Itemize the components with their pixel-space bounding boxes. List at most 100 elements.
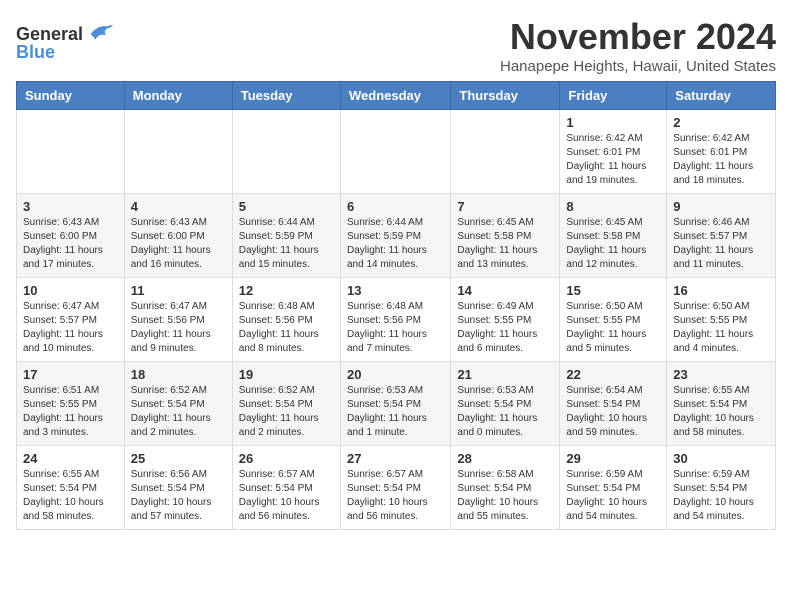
day-info: Sunrise: 6:42 AMSunset: 6:01 PMDaylight:… bbox=[673, 132, 769, 188]
weekday-header-sunday: Sunday bbox=[17, 82, 125, 110]
day-number: 27 bbox=[347, 451, 444, 466]
calendar-cell bbox=[17, 110, 125, 194]
calendar-cell bbox=[124, 110, 232, 194]
day-number: 12 bbox=[239, 283, 334, 298]
calendar-cell: 30 Sunrise: 6:59 AMSunset: 5:54 PMDayligh… bbox=[667, 446, 776, 530]
main-title: November 2024 bbox=[500, 16, 776, 58]
day-number: 9 bbox=[673, 199, 769, 214]
day-info: Sunrise: 6:42 AMSunset: 6:01 PMDaylight:… bbox=[566, 132, 660, 188]
day-number: 24 bbox=[23, 451, 118, 466]
calendar-cell: 11 Sunrise: 6:47 AMSunset: 5:56 PMDayligh… bbox=[124, 278, 232, 362]
day-number: 1 bbox=[566, 115, 660, 130]
day-number: 25 bbox=[131, 451, 226, 466]
week-row-4: 17 Sunrise: 6:51 AMSunset: 5:55 PMDayligh… bbox=[17, 362, 776, 446]
week-row-2: 3 Sunrise: 6:43 AMSunset: 6:00 PMDaylight… bbox=[17, 194, 776, 278]
calendar-cell: 1 Sunrise: 6:42 AMSunset: 6:01 PMDaylight… bbox=[560, 110, 667, 194]
calendar-cell: 29Sunrise: 6:59 AMSunset: 5:54 PMDayligh… bbox=[560, 446, 667, 530]
week-row-5: 24 Sunrise: 6:55 AMSunset: 5:54 PMDayligh… bbox=[17, 446, 776, 530]
day-number: 13 bbox=[347, 283, 444, 298]
calendar-cell: 22Sunrise: 6:54 AMSunset: 5:54 PMDayligh… bbox=[560, 362, 667, 446]
logo-bird-icon bbox=[85, 20, 113, 48]
calendar-cell: 17 Sunrise: 6:51 AMSunset: 5:55 PMDayligh… bbox=[17, 362, 125, 446]
day-number: 7 bbox=[457, 199, 553, 214]
day-number: 18 bbox=[131, 367, 226, 382]
day-number: 26 bbox=[239, 451, 334, 466]
calendar-cell bbox=[451, 110, 560, 194]
day-info: Sunrise: 6:57 AMSunset: 5:54 PMDaylight:… bbox=[347, 468, 444, 524]
calendar-cell: 16 Sunrise: 6:50 AMSunset: 5:55 PMDayligh… bbox=[667, 278, 776, 362]
day-number: 5 bbox=[239, 199, 334, 214]
day-number: 29 bbox=[566, 451, 660, 466]
title-area: November 2024 Hanapepe Heights, Hawaii, … bbox=[500, 16, 776, 75]
weekday-header-wednesday: Wednesday bbox=[340, 82, 450, 110]
day-info: Sunrise: 6:45 AMSunset: 5:58 PMDaylight:… bbox=[457, 216, 553, 272]
day-info: Sunrise: 6:52 AMSunset: 5:54 PMDaylight:… bbox=[239, 384, 334, 440]
day-number: 6 bbox=[347, 199, 444, 214]
week-row-1: 1 Sunrise: 6:42 AMSunset: 6:01 PMDaylight… bbox=[17, 110, 776, 194]
day-number: 11 bbox=[131, 283, 226, 298]
day-number: 23 bbox=[673, 367, 769, 382]
calendar-cell: 23Sunrise: 6:55 AMSunset: 5:54 PMDayligh… bbox=[667, 362, 776, 446]
day-number: 16 bbox=[673, 283, 769, 298]
calendar-cell: 20 Sunrise: 6:53 AMSunset: 5:54 PMDayligh… bbox=[340, 362, 450, 446]
calendar-cell: 13 Sunrise: 6:48 AMSunset: 5:56 PMDayligh… bbox=[340, 278, 450, 362]
day-number: 15 bbox=[566, 283, 660, 298]
calendar-cell: 18Sunrise: 6:52 AMSunset: 5:54 PMDayligh… bbox=[124, 362, 232, 446]
day-info: Sunrise: 6:48 AMSunset: 5:56 PMDaylight:… bbox=[239, 300, 334, 356]
weekday-header-tuesday: Tuesday bbox=[232, 82, 340, 110]
day-info: Sunrise: 6:49 AMSunset: 5:55 PMDaylight:… bbox=[457, 300, 553, 356]
calendar-cell: 26 Sunrise: 6:57 AMSunset: 5:54 PMDayligh… bbox=[232, 446, 340, 530]
day-number: 28 bbox=[457, 451, 553, 466]
day-info: Sunrise: 6:59 AMSunset: 5:54 PMDaylight:… bbox=[673, 468, 769, 524]
day-info: Sunrise: 6:44 AMSunset: 5:59 PMDaylight:… bbox=[239, 216, 334, 272]
day-info: Sunrise: 6:51 AMSunset: 5:55 PMDaylight:… bbox=[23, 384, 118, 440]
weekday-header-thursday: Thursday bbox=[451, 82, 560, 110]
day-info: Sunrise: 6:43 AMSunset: 6:00 PMDaylight:… bbox=[23, 216, 118, 272]
calendar-cell: 7 Sunrise: 6:45 AMSunset: 5:58 PMDaylight… bbox=[451, 194, 560, 278]
day-info: Sunrise: 6:47 AMSunset: 5:56 PMDaylight:… bbox=[131, 300, 226, 356]
day-info: Sunrise: 6:50 AMSunset: 5:55 PMDaylight:… bbox=[673, 300, 769, 356]
weekday-header-monday: Monday bbox=[124, 82, 232, 110]
day-number: 30 bbox=[673, 451, 769, 466]
calendar-cell bbox=[340, 110, 450, 194]
day-info: Sunrise: 6:44 AMSunset: 5:59 PMDaylight:… bbox=[347, 216, 444, 272]
calendar-cell: 12 Sunrise: 6:48 AMSunset: 5:56 PMDayligh… bbox=[232, 278, 340, 362]
weekday-header-friday: Friday bbox=[560, 82, 667, 110]
calendar-cell bbox=[232, 110, 340, 194]
calendar-cell: 15 Sunrise: 6:50 AMSunset: 5:55 PMDayligh… bbox=[560, 278, 667, 362]
day-info: Sunrise: 6:43 AMSunset: 6:00 PMDaylight:… bbox=[131, 216, 226, 272]
day-info: Sunrise: 6:56 AMSunset: 5:54 PMDaylight:… bbox=[131, 468, 226, 524]
day-number: 19 bbox=[239, 367, 334, 382]
day-info: Sunrise: 6:53 AMSunset: 5:54 PMDaylight:… bbox=[347, 384, 444, 440]
calendar-cell: 19 Sunrise: 6:52 AMSunset: 5:54 PMDayligh… bbox=[232, 362, 340, 446]
calendar-cell: 25 Sunrise: 6:56 AMSunset: 5:54 PMDayligh… bbox=[124, 446, 232, 530]
calendar-cell: 21Sunrise: 6:53 AMSunset: 5:54 PMDayligh… bbox=[451, 362, 560, 446]
week-row-3: 10Sunrise: 6:47 AMSunset: 5:57 PMDayligh… bbox=[17, 278, 776, 362]
calendar-cell: 2 Sunrise: 6:42 AMSunset: 6:01 PMDaylight… bbox=[667, 110, 776, 194]
header: General Blue November 2024 Hanapepe Heig… bbox=[16, 16, 776, 75]
day-info: Sunrise: 6:53 AMSunset: 5:54 PMDaylight:… bbox=[457, 384, 553, 440]
day-info: Sunrise: 6:45 AMSunset: 5:58 PMDaylight:… bbox=[566, 216, 660, 272]
subtitle: Hanapepe Heights, Hawaii, United States bbox=[500, 58, 776, 75]
logo: General Blue bbox=[16, 20, 113, 63]
calendar-cell: 4Sunrise: 6:43 AMSunset: 6:00 PMDaylight… bbox=[124, 194, 232, 278]
day-info: Sunrise: 6:57 AMSunset: 5:54 PMDaylight:… bbox=[239, 468, 334, 524]
day-info: Sunrise: 6:55 AMSunset: 5:54 PMDaylight:… bbox=[23, 468, 118, 524]
calendar-cell: 24 Sunrise: 6:55 AMSunset: 5:54 PMDayligh… bbox=[17, 446, 125, 530]
logo-blue-text: Blue bbox=[16, 42, 55, 63]
day-info: Sunrise: 6:50 AMSunset: 5:55 PMDaylight:… bbox=[566, 300, 660, 356]
weekday-header-row: SundayMondayTuesdayWednesdayThursdayFrid… bbox=[17, 82, 776, 110]
calendar: SundayMondayTuesdayWednesdayThursdayFrid… bbox=[16, 81, 776, 530]
day-number: 20 bbox=[347, 367, 444, 382]
calendar-cell: 27 Sunrise: 6:57 AMSunset: 5:54 PMDayligh… bbox=[340, 446, 450, 530]
day-number: 2 bbox=[673, 115, 769, 130]
calendar-cell: 9 Sunrise: 6:46 AMSunset: 5:57 PMDaylight… bbox=[667, 194, 776, 278]
day-number: 22 bbox=[566, 367, 660, 382]
calendar-cell: 5 Sunrise: 6:44 AMSunset: 5:59 PMDaylight… bbox=[232, 194, 340, 278]
calendar-cell: 6 Sunrise: 6:44 AMSunset: 5:59 PMDaylight… bbox=[340, 194, 450, 278]
day-info: Sunrise: 6:48 AMSunset: 5:56 PMDaylight:… bbox=[347, 300, 444, 356]
day-number: 8 bbox=[566, 199, 660, 214]
day-info: Sunrise: 6:46 AMSunset: 5:57 PMDaylight:… bbox=[673, 216, 769, 272]
day-number: 3 bbox=[23, 199, 118, 214]
day-number: 17 bbox=[23, 367, 118, 382]
